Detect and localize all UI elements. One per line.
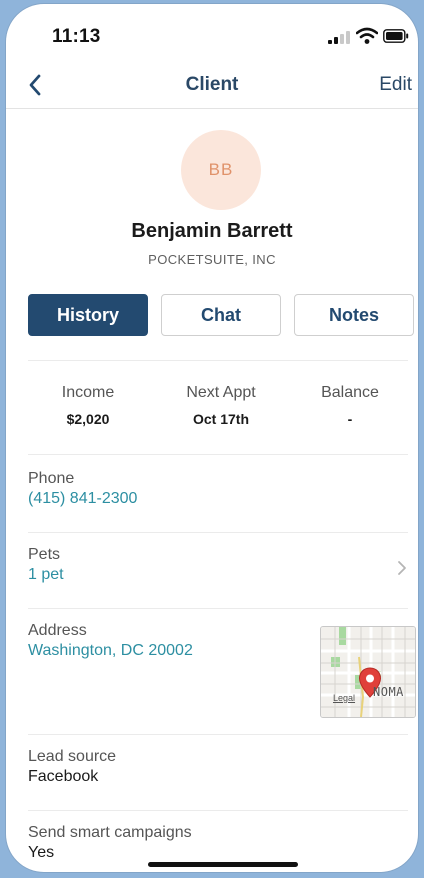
stat-value: -	[347, 411, 353, 427]
status-bar: 11:13	[6, 4, 418, 66]
stat-label: Balance	[321, 384, 379, 401]
divider	[28, 734, 408, 735]
tab-notes[interactable]: Notes	[294, 294, 414, 336]
stat-income: Income $2,020	[28, 384, 148, 427]
edit-button[interactable]: Edit	[379, 74, 412, 96]
stat-value: $2,020	[66, 411, 110, 427]
battery-icon	[383, 29, 409, 43]
avatar: BB	[181, 130, 261, 210]
pets-label: Pets	[28, 546, 61, 563]
wifi-icon	[356, 27, 378, 44]
address-row: Address Washington, DC 20002	[28, 622, 308, 660]
client-company: POCKETSUITE, INC	[148, 252, 276, 267]
map-legal-link[interactable]: Legal	[333, 693, 355, 703]
stat-value: Oct 17th	[192, 411, 249, 427]
address-map-thumbnail[interactable]: Legal NOMA	[320, 626, 416, 718]
stat-label: Next Appt	[186, 384, 256, 401]
address-link[interactable]: Washington, DC 20002	[28, 642, 308, 660]
cellular-signal-icon	[328, 30, 352, 44]
stat-label: Income	[61, 384, 115, 401]
divider	[28, 454, 408, 455]
client-name: Benjamin Barrett	[131, 220, 293, 242]
address-label: Address	[28, 622, 87, 639]
smart-campaigns-label: Send smart campaigns	[28, 824, 192, 841]
client-tabs: History Chat Notes	[28, 294, 414, 338]
divider	[28, 608, 408, 609]
client-stats: Income $2,020 Next Appt Oct 17th Balance…	[28, 384, 408, 444]
chevron-right-icon	[398, 561, 406, 575]
phone-link[interactable]: (415) 841-2300	[28, 490, 408, 508]
pets-row[interactable]: Pets 1 pet	[28, 546, 408, 594]
map-area-label: NOMA	[373, 685, 404, 699]
stat-balance: Balance -	[290, 384, 410, 427]
phone-label: Phone	[28, 470, 75, 487]
lead-source-value: Facebook	[28, 768, 99, 785]
pets-value[interactable]: 1 pet	[28, 566, 408, 584]
stat-next-appt: Next Appt Oct 17th	[161, 384, 281, 427]
phone-screen: 11:13 Client Edit BB Benjamin Barrett PO…	[6, 4, 418, 872]
navigation-bar: Client Edit	[6, 66, 418, 109]
lead-source-row: Lead source Facebook	[28, 748, 408, 786]
page-title: Client	[185, 74, 239, 95]
avatar-initials: BB	[208, 160, 234, 179]
smart-campaigns-row: Send smart campaigns Yes	[28, 824, 408, 862]
divider	[28, 532, 408, 533]
divider	[28, 360, 408, 361]
home-indicator[interactable]	[148, 862, 298, 867]
smart-campaigns-value: Yes	[28, 844, 55, 861]
tab-history[interactable]: History	[28, 294, 148, 336]
status-time: 11:13	[52, 26, 101, 47]
phone-row: Phone (415) 841-2300	[28, 470, 408, 508]
divider	[28, 810, 408, 811]
tab-chat[interactable]: Chat	[161, 294, 281, 336]
lead-source-label: Lead source	[28, 748, 117, 765]
